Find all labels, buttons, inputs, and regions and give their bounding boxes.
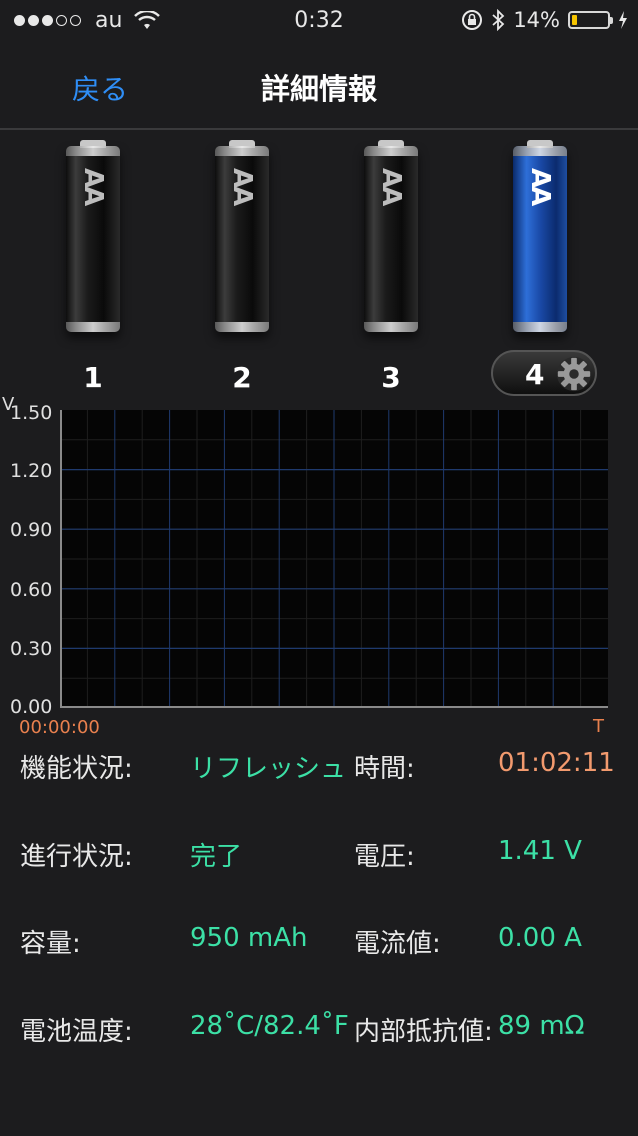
y-tick-label: 0.30 [10,638,53,660]
slot-number: 3 [381,361,401,394]
info-row-capacity: 容量: 950 mAh 電流値: 0.00 A [0,923,638,967]
voltage-label: 電圧: [354,842,415,872]
time-label: 時間: [354,754,415,784]
time-value: 01:02:11 [498,748,615,778]
resistance-value: 89 mΩ [498,1011,585,1041]
battery-percent: 14% [513,8,560,32]
slot-number: 4 [525,358,545,391]
status-right: 14% [461,8,628,32]
resistance-label: 内部抵抗値: [354,1017,493,1047]
orientation-lock-icon [462,10,483,30]
page-title: 詳細情報 [260,72,377,106]
slot-4-settings-toggle[interactable]: 4 [491,350,597,396]
battery-cell-icon: AA [513,140,567,332]
y-tick-label: 0.00 [10,696,53,718]
battery-cell-icon: AA [364,140,418,332]
capacity-value: 950 mAh [190,923,308,953]
battery-type-label: AA [376,168,406,205]
battery-cell-icon: AA [215,140,269,332]
y-tick-label: 0.90 [10,519,53,541]
x-axis-label: T [593,716,604,737]
battery-cell-icon: AA [66,140,120,332]
function-label: 機能状況: [20,754,133,784]
current-label: 電流値: [354,929,441,959]
temperature-value: 28˚C/82.4˚F [190,1011,349,1041]
info-row-progress: 進行状況: 完了 電圧: 1.41 V [0,836,638,880]
info-row-function: 機能状況: リフレッシュ 時間: 01:02:11 [0,748,638,792]
slot-number: 1 [83,361,103,394]
current-value: 0.00 A [498,923,582,953]
progress-label: 進行状況: [20,842,133,872]
voltage-value: 1.41 V [498,836,582,866]
x-start-label: 00:00:00 [19,717,100,738]
status-bar: au 0:32 14% [0,0,638,40]
slot-number: 2 [232,361,252,394]
y-tick-label: 1.50 [10,402,53,424]
y-tick-label: 1.20 [10,460,53,482]
charging-bolt-icon [619,11,627,29]
temperature-label: 電池温度: [20,1017,133,1047]
bluetooth-icon [492,9,505,31]
battery-type-label: AA [78,168,108,205]
battery-level [572,15,577,25]
battery-type-label: AA [525,168,555,205]
battery-icon [568,11,613,29]
function-value: リフレッシュ [190,754,347,784]
gear-icon[interactable] [555,355,593,393]
progress-value: 完了 [190,842,243,872]
navigation-bar: 戻る 詳細情報 [0,40,638,130]
voltage-chart [60,410,608,708]
y-tick-label: 0.60 [10,579,53,601]
battery-type-label: AA [227,168,257,205]
capacity-label: 容量: [20,929,81,959]
info-row-temperature: 電池温度: 28˚C/82.4˚F 内部抵抗値: 89 mΩ [0,1011,638,1055]
